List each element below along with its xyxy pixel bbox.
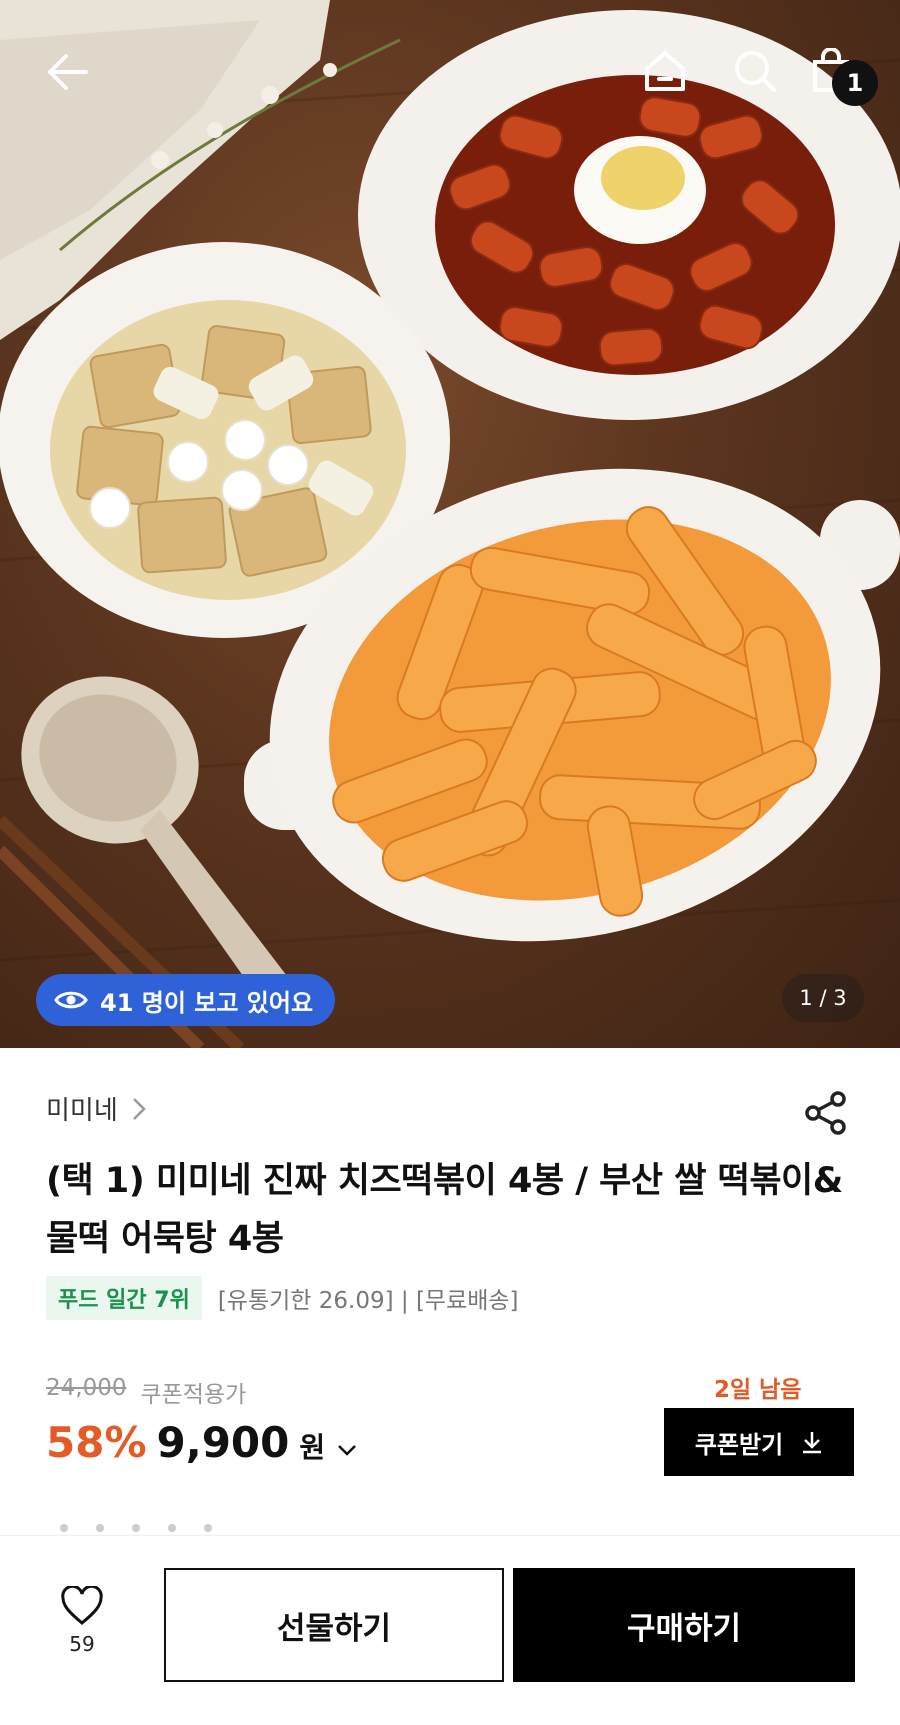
like-button[interactable]: 59 [50, 1586, 114, 1656]
top-navigation-bar: 1 [0, 0, 900, 140]
download-icon [803, 1432, 822, 1454]
ranking-badge[interactable]: 푸드 일간 7위 [46, 1276, 202, 1320]
product-tags: 푸드 일간 7위 [유통기한 26.09] | [무료배송] [46, 1276, 519, 1320]
chevron-right-icon [132, 1097, 146, 1120]
currency-unit: 원 [299, 1431, 326, 1464]
coupon-days-left: 2일 남음 [714, 1377, 802, 1403]
buy-button[interactable]: 구매하기 [513, 1568, 855, 1682]
chevron-down-icon [338, 1445, 357, 1456]
product-info-tags: [유통기한 26.09] | [무료배송] [217, 1288, 519, 1314]
rating-peek [60, 1524, 212, 1532]
home-button[interactable] [634, 40, 696, 102]
gift-button[interactable]: 선물하기 [164, 1568, 504, 1682]
brand-name: 미미네 [46, 1096, 118, 1126]
price-row[interactable]: 58% 9,900 원 [46, 1418, 357, 1467]
heart-icon [61, 1586, 103, 1625]
original-price: 24,000 [46, 1375, 127, 1401]
final-price: 9,900 [156, 1418, 290, 1467]
product-photo [0, 0, 900, 1048]
live-viewers-text: 41 명이 보고 있어요 [100, 988, 314, 1017]
image-pager: 1 / 3 [782, 974, 864, 1022]
search-button[interactable] [724, 40, 786, 102]
original-price-row: 24,000 쿠폰적용가 [46, 1375, 246, 1409]
coupon-button-label: 쿠폰받기 [694, 1430, 784, 1459]
share-button[interactable] [804, 1090, 850, 1140]
home-icon [645, 51, 685, 91]
product-title: (택 1) 미미네 진짜 치즈떡볶이 4봉 / 부산 쌀 떡볶이&물떡 어묵탕 … [46, 1161, 843, 1259]
coupon-price-label: 쿠폰적용가 [140, 1382, 247, 1408]
brand-link[interactable]: 미미네 [46, 1090, 146, 1127]
discount-rate: 58% [46, 1418, 147, 1467]
live-viewers-badge: 41 명이 보고 있어요 [36, 974, 336, 1026]
eye-icon [54, 991, 88, 1009]
download-coupon-button[interactable]: 쿠폰받기 [664, 1408, 854, 1476]
purchase-bar: 59 선물하기 구매하기 [0, 1535, 900, 1725]
cart-count-badge: 1 [832, 60, 878, 106]
like-count: 59 [69, 1632, 95, 1656]
search-icon [735, 51, 776, 92]
product-image-carousel[interactable]: 1 41 명이 보고 있어요 1 / 3 [0, 0, 900, 1048]
arrow-left-icon [48, 54, 88, 90]
share-icon [805, 1091, 846, 1135]
back-button[interactable] [38, 42, 98, 102]
